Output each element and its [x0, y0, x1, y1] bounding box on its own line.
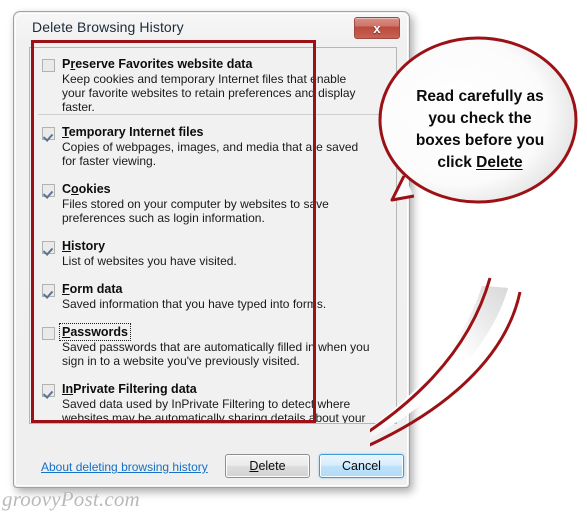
about-deleting-browsing-history-link[interactable]: About deleting browsing history — [41, 460, 208, 474]
callout-tail-icon — [370, 277, 522, 447]
callout-line-1: Read carefully as — [416, 88, 544, 105]
annotation-highlight-rectangle — [31, 40, 316, 423]
callout-line-3: boxes before you — [415, 132, 545, 149]
callout-line-2: you check the — [428, 110, 532, 127]
watermark: groovyPost.com — [2, 487, 140, 511]
page-title: Delete Browsing History — [32, 19, 184, 35]
annotation-callout: Read carefully as you check the boxes be… — [370, 20, 587, 470]
callout-text: Read carefully as you check the boxes be… — [396, 86, 564, 174]
title-bar: Delete Browsing History x — [16, 14, 407, 43]
screenshot-canvas: Delete Browsing History x Preserve Favor… — [0, 0, 587, 516]
callout-line-4: click Delete — [437, 154, 523, 171]
delete-button[interactable]: Delete — [225, 454, 310, 478]
delete-button-label: Delete — [249, 459, 286, 473]
